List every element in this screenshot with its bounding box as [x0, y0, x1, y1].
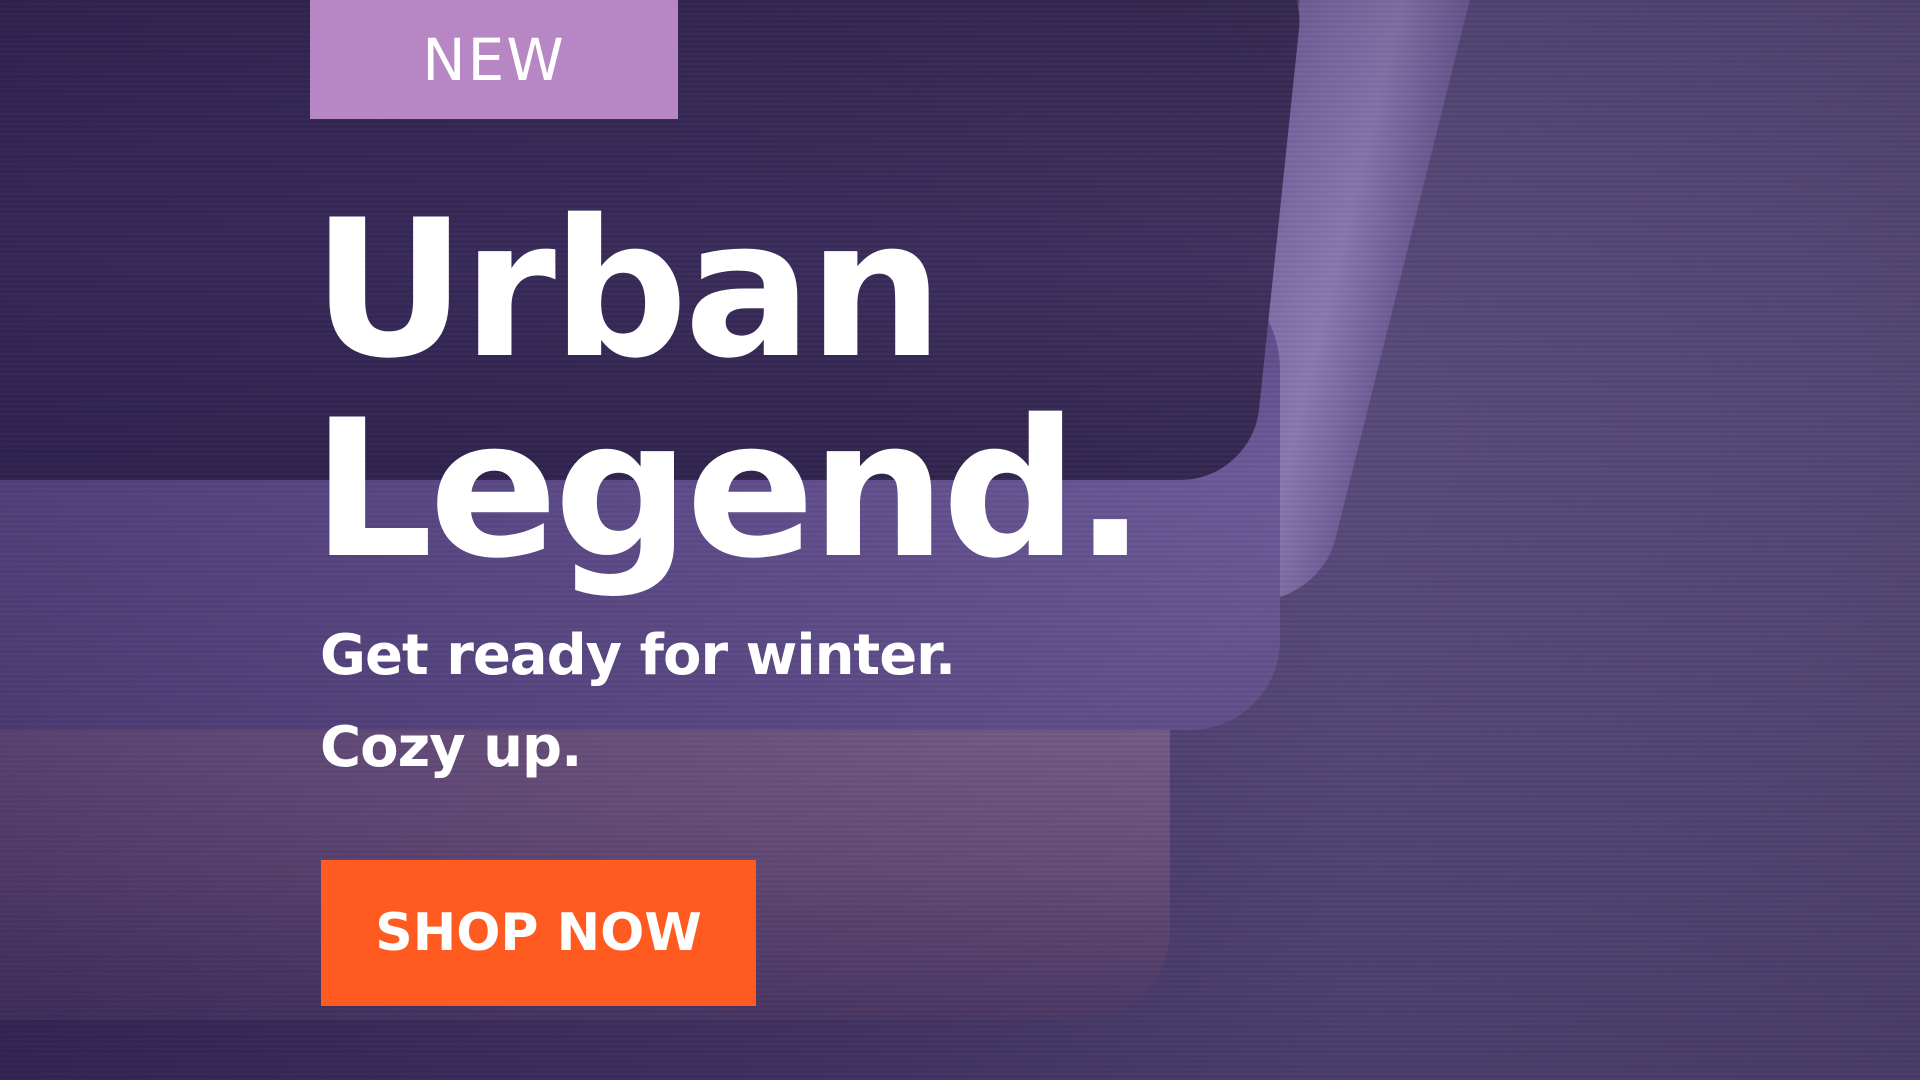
hero-banner: NEW Urban Legend. Get ready for winter. … [0, 0, 1920, 1080]
headline-line-2: Legend. [312, 379, 1146, 600]
new-badge-label: NEW [422, 25, 566, 94]
subheadline-line-2: Cozy up. [320, 715, 582, 780]
new-badge: NEW [310, 0, 678, 119]
shop-now-button-label: SHOP NOW [375, 903, 702, 963]
headline: Urban Legend. [312, 179, 1146, 600]
subheadline: Get ready for winter. Cozy up. [320, 610, 956, 794]
subheadline-line-1: Get ready for winter. [320, 623, 956, 688]
headline-line-1: Urban [312, 179, 943, 400]
shop-now-button[interactable]: SHOP NOW [321, 860, 756, 1006]
